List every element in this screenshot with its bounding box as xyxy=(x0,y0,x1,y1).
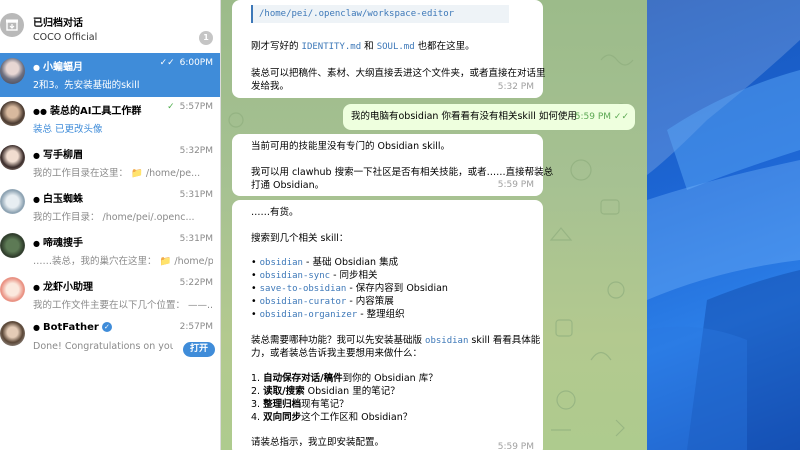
chat-item-longxia[interactable]: ● 龙虾小助理 5:22PM 我的工作文件主要在以下几个位置： ——... xyxy=(0,273,220,317)
message-text: 我的电脑有obsidian 你看看有没有相关skill 如何使用 xyxy=(351,111,577,122)
path-code-block: /home/pei/.openclaw/workspace-editor xyxy=(251,5,509,23)
chat-name: ● BotFather ✓ xyxy=(33,322,112,333)
chat-time: 5:31PM xyxy=(179,190,213,200)
verified-icon: ✓ xyxy=(101,322,112,332)
bot-icon: ● xyxy=(33,63,40,72)
message-outgoing: 我的电脑有obsidian 你看看有没有相关skill 如何使用 5:59 PM… xyxy=(343,104,635,130)
archived-unread-badge: 1 xyxy=(199,31,213,45)
message-line: 请装总指示，我立即安装配置。 xyxy=(251,437,385,448)
archived-preview: COCO Official xyxy=(33,32,98,43)
message-line: 刚才写好的 IDENTITY.md 和 SOUL.md 也都在这里。 xyxy=(251,41,475,52)
message-line: ……有货。 xyxy=(251,207,299,218)
message-line: 力，或者装总告诉我主要想用来做什么： xyxy=(251,348,423,359)
option-item: 1. 自动保存对话/稿件到你的 Obsidian 库？ xyxy=(251,373,438,384)
chat-preview: 我的工作目录： /home/pei/.openc... xyxy=(33,212,195,223)
chat-time: 5:22PM xyxy=(179,278,213,288)
chat-time: 5:31PM xyxy=(179,234,213,244)
message-time: 5:59 PM xyxy=(497,442,534,450)
desktop-wallpaper xyxy=(647,0,800,450)
conversation-panel: /home/pei/.openclaw/workspace-editor 刚才写… xyxy=(221,0,647,450)
bot-icon: ● xyxy=(33,283,40,292)
message-line: 装总需要哪种功能？我可以先安装基础版 obsidian skill 看看具体能 xyxy=(251,335,541,346)
chat-preview: Done! Congratulations on your ... xyxy=(33,341,173,352)
skill-list-item: • obsidian-organizer - 整理组织 xyxy=(251,309,405,320)
avatar xyxy=(0,58,25,84)
skill-list-item: • save-to-obsidian - 保存内容到 Obsidian xyxy=(251,283,448,294)
message-incoming: ……有货。 搜索到几个相关 skill： • obsidian - 基础 Obs… xyxy=(232,200,543,450)
chat-preview: ……装总，我的巢穴在这里： 📁 /home/p... xyxy=(33,256,213,267)
option-item: 4. 双向同步这个工作区和 Obsidian？ xyxy=(251,412,413,423)
chat-item-ai-tools-group[interactable]: ●● 装总的AI工具工作群 ✓ 5:57PM 装总 已更改头像 xyxy=(0,97,220,141)
option-item: 2. 读取/搜索 Obsidian 里的笔记？ xyxy=(251,386,400,397)
message-line: 打通 Obsidian。 xyxy=(251,180,325,191)
read-ticks-icon: ✓✓ xyxy=(613,112,629,122)
chat-item-xieshou[interactable]: ● 写手柳眉 5:32PM 我的工作目录在这里： 📁 /home/pe... xyxy=(0,141,220,185)
bot-icon: ● xyxy=(33,151,40,160)
chat-time: 2:57PM xyxy=(179,322,213,332)
chat-time: ✓✓ 6:00PM xyxy=(159,58,213,68)
chat-item-tihun[interactable]: ● 啼魂搜手 5:31PM ……装总，我的巢穴在这里： 📁 /home/p... xyxy=(0,229,220,273)
chat-item-botfather[interactable]: ● BotFather ✓ 2:57PM Done! Congratulations… xyxy=(0,317,220,361)
chat-name: ● 小蝙蝠月 xyxy=(33,62,83,73)
avatar xyxy=(0,233,25,258)
chat-list-sidebar: 已归档对话 COCO Official 1 ● 小蝙蝠月 ✓✓ 6:00PM 2和… xyxy=(0,0,221,450)
message-time: 5:32 PM xyxy=(497,82,534,92)
avatar xyxy=(0,189,25,214)
message-incoming: 当前可用的技能里没有专门的 Obsidian skill。 我可以用 clawh… xyxy=(232,134,553,196)
message-line: 我可以用 clawhub 搜索一下社区是否有相关技能，或者……直接帮装总 xyxy=(251,167,554,178)
bot-icon: ● xyxy=(33,239,40,248)
chat-preview: 装总 已更改头像 xyxy=(33,124,103,135)
open-bot-button[interactable]: 打开 xyxy=(183,342,215,357)
chat-preview: 我的工作文件主要在以下几个位置： ——... xyxy=(33,300,213,311)
archived-title: 已归档对话 xyxy=(33,18,83,29)
archived-chats-item[interactable]: 已归档对话 COCO Official 1 xyxy=(0,0,220,45)
chat-time: ✓ 5:57PM xyxy=(167,102,213,112)
read-tick-icon: ✓ xyxy=(167,102,175,112)
archive-icon xyxy=(0,13,24,37)
message-line: 搜索到几个相关 skill： xyxy=(251,233,349,244)
message-line: 当前可用的技能里没有专门的 Obsidian skill。 xyxy=(251,141,451,152)
chat-name: ● 龙虾小助理 xyxy=(33,282,93,293)
option-item: 3. 整理归档现有笔记？ xyxy=(251,399,349,410)
bot-icon: ● xyxy=(33,195,40,204)
chat-item-xiaobianfu[interactable]: ● 小蝙蝠月 ✓✓ 6:00PM 2和3。先安装基础的skill xyxy=(0,53,220,97)
skill-list-item: • obsidian-curator - 内容策展 xyxy=(251,296,394,307)
skill-list-item: • obsidian-sync - 同步相关 xyxy=(251,270,378,281)
group-icon: ●● xyxy=(33,107,47,116)
skill-list-item: • obsidian - 基础 Obsidian 集成 xyxy=(251,257,399,268)
chat-item-baiyu[interactable]: ● 白玉蜘蛛 5:31PM 我的工作目录： /home/pei/.openc... xyxy=(0,185,220,229)
message-time: 5:59 PM xyxy=(497,180,534,190)
chat-name: ● 写手柳眉 xyxy=(33,150,83,161)
avatar xyxy=(0,145,25,170)
avatar xyxy=(0,277,25,302)
message-line: 发给我。 xyxy=(251,81,290,92)
chat-name: ● 白玉蜘蛛 xyxy=(33,194,83,205)
chat-name: ● 啼魂搜手 xyxy=(33,238,83,249)
avatar xyxy=(0,321,25,346)
chat-preview: 我的工作目录在这里： 📁 /home/pe... xyxy=(33,168,201,179)
bot-icon: ● xyxy=(33,323,40,332)
chat-time: 5:32PM xyxy=(179,146,213,156)
read-ticks-icon: ✓✓ xyxy=(159,58,175,68)
chat-name: ●● 装总的AI工具工作群 xyxy=(33,106,142,117)
avatar xyxy=(0,101,25,126)
wallpaper-shape xyxy=(647,0,800,450)
message-time: 5:59 PM ✓✓ xyxy=(574,112,629,122)
message-line: 装总可以把稿件、素材、大纲直接丢进这个文件夹，或者直接在对话里 xyxy=(251,68,546,79)
message-incoming: /home/pei/.openclaw/workspace-editor 刚才写… xyxy=(232,0,546,98)
chat-preview: 2和3。先安装基础的skill xyxy=(33,80,140,91)
